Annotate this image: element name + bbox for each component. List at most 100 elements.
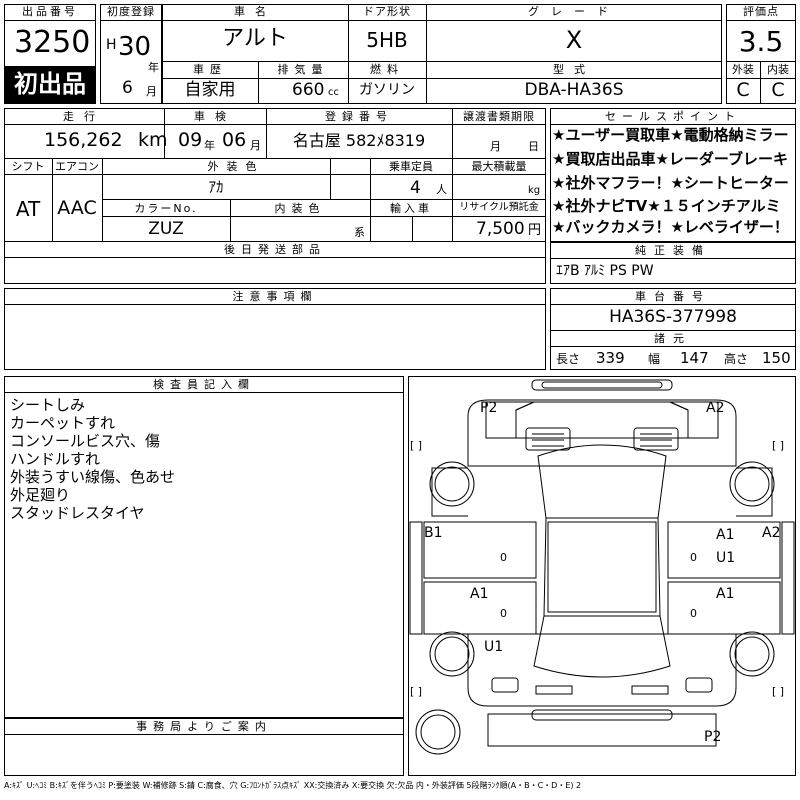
fuel-label: 燃料 [370,63,404,76]
load-label: 最大積載量 [471,160,527,173]
model: DBA-HA36S [524,80,624,100]
zero-mark: 0 [690,551,697,564]
recycle-unit: 円 [528,223,542,238]
inspector-note: スタッドレスタイヤ [10,504,145,522]
history-label: 車歴 [193,63,227,76]
equipment-value: ｴｱB ｱﾙﾐ PS PW [556,263,654,279]
height: 150 [762,349,791,367]
sales-line: ★ユーザー買取車★電動格納ミラー [552,126,789,144]
bracket-left-bottom: [ ] [410,685,423,698]
inspector-note: ハンドルすれ [10,450,101,468]
length-label: 長さ [556,352,581,366]
mark-a2-top: A2 [706,400,725,416]
lot-label: 出品番号 [22,5,78,18]
height-label: 高さ [724,352,749,366]
displacement-label: 排気量 [277,63,329,76]
color: ｱｶ [208,178,224,196]
ac-label: エアコン [55,160,99,173]
transfer-day-unit: 日 [528,140,539,153]
load-unit: kg [528,185,541,196]
import-label: 輸入車 [390,202,432,215]
caution-label: 注意事項欄 [232,290,318,303]
inspector-note: 外装うすい線傷、色あせ [10,468,176,486]
mileage: 156,262 [44,129,123,151]
plate: 名古屋 582ﾒ8319 [292,131,426,150]
capacity-unit: 人 [436,183,447,196]
first-reg-label: 初度登録 [107,5,155,18]
month-unit: 月 [146,85,157,98]
chassis-number: HA36S-377998 [609,307,737,327]
grade-label: グレード [528,5,620,18]
score: 3.5 [738,25,784,58]
inspector-note: カーペットすれ [10,414,116,432]
sales-line: ★社外マフラー！★シートヒーター [552,174,789,192]
mark-p2-bottom: P2 [704,729,722,745]
era: H [106,37,117,53]
inspector-label: 検査員記入欄 [153,378,255,391]
reg-month: 6 [122,78,133,98]
bracket-right-bottom: [ ] [772,685,785,698]
shift-label: シフト [11,160,45,173]
mark-b1: B1 [424,525,443,541]
chassis-label: 車台番号 [635,290,711,303]
equipment-label: 純正装備 [635,244,711,257]
car-name-label: 車名 [234,5,276,18]
recycle: 7,500 [476,219,525,239]
sales-points-label: セールスポイント [605,110,741,123]
mark-a2-right: A2 [762,525,781,541]
office-label: 事務局よりご案内 [136,720,272,733]
score-label: 評価点 [743,5,779,18]
history: 自家用 [184,80,236,100]
displacement: 660 [292,80,325,100]
insp-month: 06 [222,129,247,151]
exterior-grade: C [736,79,750,101]
mark-p2-top: P2 [480,400,498,416]
mileage-label: 走行 [63,110,105,123]
capacity-label: 乗車定員 [389,160,433,173]
zero-mark: 0 [500,607,507,620]
interior-color-label: 内装色 [274,202,326,215]
shift: AT [15,197,41,221]
colorno: ZUZ [148,219,184,239]
mark-u1-left: U1 [484,639,504,655]
interior-grade: C [771,79,785,101]
year-unit: 年 [148,61,159,74]
inspector-note: 外足廻り [10,486,71,504]
grade: X [565,26,583,54]
inspector-note: コンソールビス穴、傷 [10,432,161,450]
ac: AAC [57,197,97,219]
car-diagram [409,379,795,755]
mark-a1-left: A1 [470,586,489,602]
fuel: ガソリン [359,82,415,98]
reg-year: 30 [118,32,152,62]
mileage-unit: km [138,129,168,151]
transfer-label: 譲渡書類期限 [463,110,535,123]
exterior-label: 外装 [732,63,754,76]
width: 147 [680,349,709,367]
length: 339 [596,349,625,367]
model-label: 型式 [553,63,595,76]
insp-year-unit: 年 [204,139,215,152]
color-label: 外装色 [207,160,265,173]
interior-color-unit: 系 [354,226,365,239]
sales-line: ★バックカメラ！★レベライザー！ [552,218,789,236]
zero-mark: 0 [690,607,697,620]
lot-number: 3250 [14,25,91,60]
zero-mark: 0 [500,551,507,564]
interior-label: 内装 [767,63,789,76]
mark-u1-right: U1 [716,550,736,566]
bracket-left-top: [ ] [410,439,423,452]
insp-month-unit: 月 [250,139,261,152]
capacity: 4 [410,178,421,198]
later-parts-label: 後日発送部品 [224,243,326,256]
transfer-month-unit: 月 [490,140,501,153]
mark-a1-right-front: A1 [716,527,735,543]
displacement-unit: cc [328,87,339,98]
bracket-right-top: [ ] [772,439,785,452]
width-label: 幅 [648,352,661,366]
plate-label: 登録番号 [325,110,393,123]
car-name: アルト [222,26,288,51]
sales-line: ★買取店出品車★レーダーブレーキ [552,150,788,168]
specs-label: 諸元 [654,332,692,345]
inspector-note: シートしみ [10,396,86,414]
